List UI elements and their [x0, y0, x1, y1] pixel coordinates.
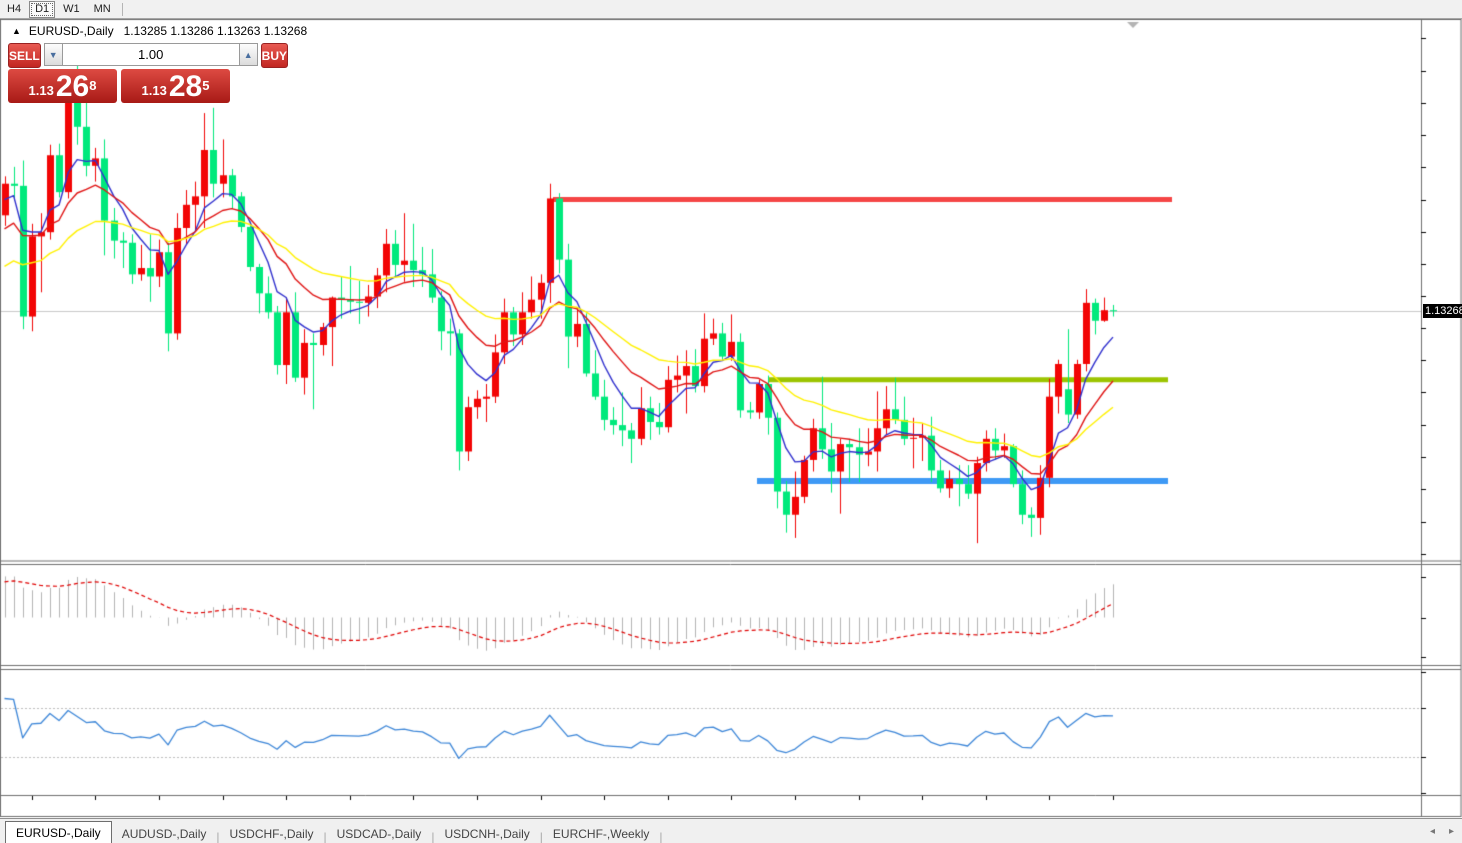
- current-price-tag: 1.13268: [1423, 304, 1462, 318]
- tab-separator: |: [659, 830, 662, 843]
- buy-price-big: 28: [169, 73, 202, 101]
- symbol-tab-bar: EURUSD-,DailyAUDUSD-,Daily | USDCHF-,Daily…: [0, 818, 1462, 843]
- timeframe-button-d1[interactable]: D1: [29, 1, 55, 18]
- tab-scroll-left-icon[interactable]: ◂: [1430, 826, 1435, 837]
- chart-ohlc-values: 1.13285 1.13286 1.13263 1.13268: [124, 24, 308, 38]
- tab-usdcad-daily[interactable]: USDCAD-,Daily: [327, 823, 432, 843]
- tab-eurusd-daily[interactable]: EURUSD-,Daily: [5, 821, 112, 843]
- toolbar-separator: [122, 3, 123, 16]
- sell-price-big: 26: [56, 73, 89, 101]
- chart-title-row: ▲ EURUSD-,Daily 1.13285 1.13286 1.13263 …: [12, 24, 307, 38]
- tab-audusd-daily[interactable]: AUDUSD-,Daily: [112, 823, 217, 843]
- sell-button[interactable]: SELL: [8, 43, 41, 68]
- buy-price-sup: 5: [202, 69, 209, 103]
- sell-price-panel[interactable]: 1.13 26 8: [8, 69, 117, 103]
- timeframe-button-h4[interactable]: H4: [1, 1, 27, 18]
- tab-scroll-controls: ◂ ▸: [1430, 826, 1454, 837]
- one-click-trade-widget: SELL ▼ ▲ BUY 1.13 26 8 1.13 28 5: [8, 43, 234, 103]
- volume-decrease-icon[interactable]: ▼: [44, 43, 63, 66]
- tab-usdcnh-daily[interactable]: USDCNH-,Daily: [434, 823, 539, 843]
- sell-price-sup: 8: [89, 69, 96, 103]
- buy-price-prefix: 1.13: [142, 81, 167, 101]
- sell-price-prefix: 1.13: [29, 81, 54, 101]
- volume-input[interactable]: [63, 43, 239, 66]
- timeframe-button-w1[interactable]: W1: [57, 1, 86, 18]
- collapse-trade-panel-icon[interactable]: ▲: [12, 26, 21, 36]
- chart-symbol-title: EURUSD-,Daily: [29, 24, 114, 38]
- chart-canvas[interactable]: [0, 0, 1462, 843]
- mt4-window: H4D1W1MN ▲ EURUSD-,Daily 1.13285 1.13286…: [0, 0, 1462, 843]
- volume-stepper: ▼ ▲: [44, 43, 258, 66]
- timeframe-button-mn[interactable]: MN: [88, 1, 117, 18]
- tab-eurchf-weekly[interactable]: EURCHF-,Weekly: [543, 823, 659, 843]
- tab-usdchf-daily[interactable]: USDCHF-,Daily: [220, 823, 324, 843]
- tab-scroll-right-icon[interactable]: ▸: [1449, 826, 1454, 837]
- buy-button[interactable]: BUY: [261, 43, 288, 68]
- volume-increase-icon[interactable]: ▲: [239, 43, 258, 66]
- timeframe-toolbar: H4D1W1MN: [0, 0, 1462, 19]
- buy-price-panel[interactable]: 1.13 28 5: [121, 69, 230, 103]
